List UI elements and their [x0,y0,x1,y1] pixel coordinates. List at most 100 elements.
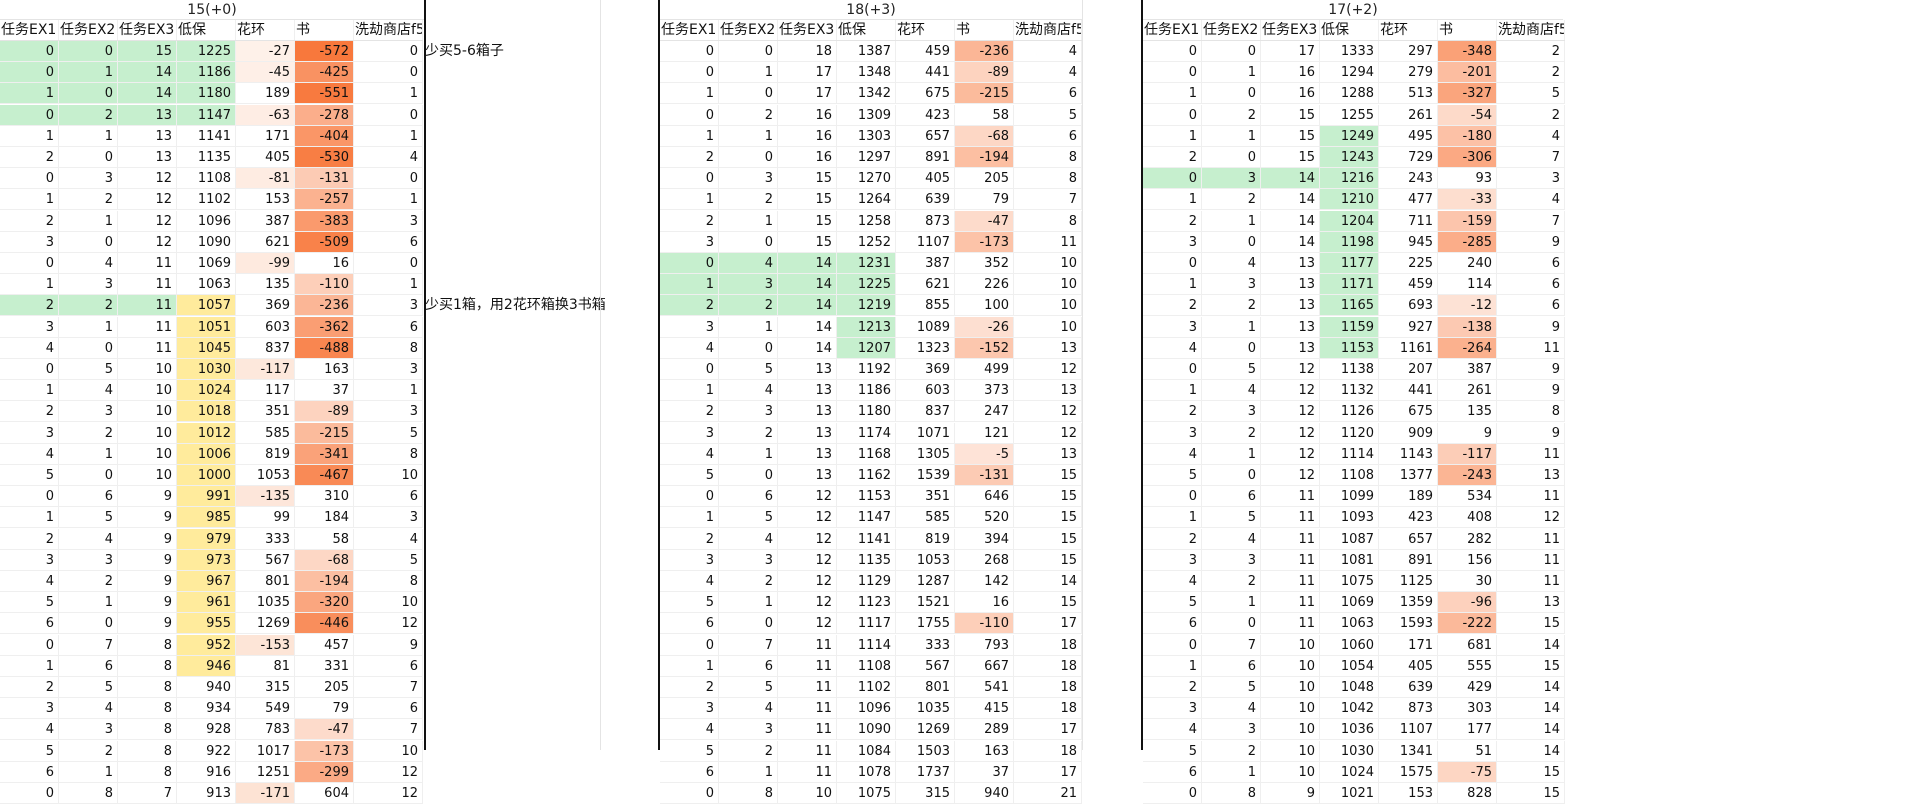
column-header[interactable]: 书 [955,20,1014,40]
table-cell[interactable]: 1024 [177,380,236,402]
table-cell[interactable]: 0 [719,337,778,359]
table-cell[interactable]: -117 [1438,443,1497,465]
table-cell[interactable]: 1252 [837,231,896,253]
table-cell[interactable]: 0 [1143,104,1202,126]
table-cell[interactable]: 12 [1261,422,1320,444]
table-cell[interactable]: -222 [1438,613,1497,635]
table-cell[interactable]: 1000 [177,465,236,486]
table-cell[interactable]: 8 [354,443,423,465]
table-cell[interactable]: 6 [1202,486,1261,508]
table-cell[interactable]: 14 [1497,677,1565,698]
table-cell[interactable]: 955 [177,613,236,635]
table-cell[interactable]: 14 [118,62,177,84]
table-cell[interactable]: 2 [0,295,59,317]
column-header[interactable]: 任务EX2 [719,20,778,40]
table-cell[interactable]: -75 [1438,761,1497,783]
table-cell[interactable]: 10 [1261,634,1320,656]
table-cell[interactable]: 3 [0,316,59,338]
table-cell[interactable]: 1102 [177,189,236,211]
table-cell[interactable]: 1387 [837,41,896,62]
table-cell[interactable]: 315 [896,783,955,804]
table-cell[interactable]: 801 [236,571,295,592]
table-cell[interactable]: 1 [1143,125,1202,147]
table-cell[interactable]: 15 [1014,465,1082,486]
table-cell[interactable]: 8 [118,677,177,698]
table-cell[interactable]: 3 [354,295,423,317]
table-cell[interactable]: 1117 [837,613,896,635]
table-cell[interactable]: 9 [1438,422,1497,444]
table-cell[interactable]: 2 [59,104,118,126]
table-cell[interactable]: 2 [59,422,118,444]
table-cell[interactable]: 30 [1438,571,1497,592]
table-cell[interactable]: 6 [354,486,423,508]
table-cell[interactable]: 17 [1261,41,1320,62]
table-cell[interactable]: 8 [1014,147,1082,168]
table-cell[interactable]: 0 [1202,465,1261,486]
table-cell[interactable]: -68 [295,549,354,571]
table-cell[interactable]: -446 [295,613,354,635]
table-cell[interactable]: -306 [1438,147,1497,168]
table-cell[interactable]: -68 [955,125,1014,147]
table-cell[interactable]: 408 [1438,507,1497,529]
table-cell[interactable]: 1120 [1320,422,1379,444]
table-cell[interactable]: 0 [59,147,118,168]
table-cell[interactable]: 12 [354,761,423,783]
table-cell[interactable]: 14 [778,337,837,359]
table-cell[interactable]: 0 [1202,83,1261,105]
table-cell[interactable]: 1135 [837,549,896,571]
table-cell[interactable]: 415 [955,698,1014,720]
table-cell[interactable]: 11 [778,655,837,677]
table-cell[interactable]: 9 [1497,359,1565,380]
table-cell[interactable]: 1174 [837,422,896,444]
table-cell[interactable]: 4 [719,698,778,720]
table-cell[interactable]: 979 [177,528,236,550]
column-header[interactable]: 低保 [837,20,896,40]
table-cell[interactable]: 916 [177,761,236,783]
table-cell[interactable]: 12 [778,486,837,508]
table-cell[interactable]: 3 [1143,698,1202,720]
table-cell[interactable]: 13 [1261,337,1320,359]
table-cell[interactable]: 2 [719,422,778,444]
table-cell[interactable]: 15 [1261,104,1320,126]
table-cell[interactable]: 621 [896,274,955,296]
column-header[interactable]: 任务EX3 [778,20,837,40]
table-cell[interactable]: 2 [1202,740,1261,762]
table-cell[interactable]: 2 [0,147,59,168]
table-cell[interactable]: 6 [1014,83,1082,105]
table-cell[interactable]: 1288 [1320,83,1379,105]
table-cell[interactable]: 11 [118,316,177,338]
table-cell[interactable]: 15 [778,189,837,211]
table-cell[interactable]: 11 [1261,549,1320,571]
table-cell[interactable]: 6 [354,698,423,720]
table-cell[interactable]: 11 [1014,231,1082,253]
table-cell[interactable]: 1231 [837,253,896,274]
table-cell[interactable]: 423 [1379,507,1438,529]
table-cell[interactable]: -194 [295,571,354,592]
table-cell[interactable]: 1141 [177,125,236,147]
table-cell[interactable]: 13 [1261,253,1320,274]
table-cell[interactable]: 12 [354,783,423,804]
table-cell[interactable]: 37 [295,380,354,402]
table-cell[interactable]: 3 [59,274,118,296]
table-cell[interactable]: 114 [1438,274,1497,296]
table-cell[interactable]: 11 [1497,528,1565,550]
table-cell[interactable]: 8 [1497,401,1565,423]
table-cell[interactable]: 1 [0,507,59,529]
table-cell[interactable]: 10 [118,422,177,444]
table-cell[interactable]: 1054 [1320,655,1379,677]
table-cell[interactable]: 1063 [177,274,236,296]
table-cell[interactable]: 7 [1497,147,1565,168]
table-cell[interactable]: 369 [236,295,295,317]
table-cell[interactable]: 4 [59,380,118,402]
table-cell[interactable]: 14 [1261,168,1320,190]
table-cell[interactable]: 10 [1261,761,1320,783]
table-cell[interactable]: 1 [719,125,778,147]
table-cell[interactable]: 16 [778,125,837,147]
table-cell[interactable]: 4 [1202,253,1261,274]
table-cell[interactable]: 1 [354,125,423,147]
table-cell[interactable]: 405 [1379,655,1438,677]
table-cell[interactable]: 1012 [177,422,236,444]
table-cell[interactable]: -47 [955,210,1014,232]
table-cell[interactable]: 4 [719,528,778,550]
table-cell[interactable]: 14 [1497,698,1565,720]
